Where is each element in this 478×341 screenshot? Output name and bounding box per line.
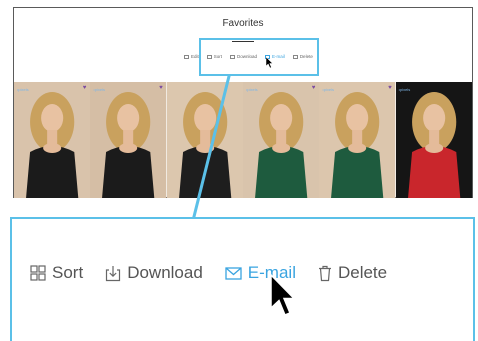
sort-icon (30, 265, 46, 281)
download-label: Download (127, 263, 203, 282)
favorite-heart-icon[interactable]: ♥ (159, 85, 163, 91)
photo-thumbnail[interactable]: •pixels (395, 82, 472, 198)
mini-edit-button[interactable]: Edit (184, 54, 199, 59)
delete-label: Delete (337, 263, 388, 282)
favorites-window: Favorites Edit Sort Download E-mail Dele… (13, 7, 473, 198)
photo-image (242, 82, 320, 198)
zoomed-toolbar: Sort Download E-mail Delete (30, 263, 387, 283)
photo-thumbnail[interactable]: •pixels ♥ (14, 82, 91, 198)
page-title: Favorites (222, 18, 264, 29)
photo-watermark: •pixels (398, 87, 411, 92)
sort-button[interactable]: Sort (30, 263, 83, 283)
sort-label: Sort (52, 263, 84, 282)
photo-thumbnail[interactable]: •pixels ♥ (90, 82, 167, 198)
callout-highlight (199, 38, 319, 76)
photo-image (90, 82, 167, 198)
photo-watermark: •pixels (17, 87, 29, 92)
mouse-pointer-icon (270, 274, 296, 316)
zoomed-toolbar-panel: Sort Download E-mail Delete (10, 217, 475, 341)
favorite-heart-icon[interactable]: ♥ (83, 85, 87, 91)
photo-thumbnail[interactable]: •pixels ♥ (319, 82, 396, 198)
photo-watermark: •pixels (245, 87, 258, 92)
edit-icon (184, 54, 189, 59)
favorite-heart-icon[interactable]: ♥ (388, 85, 392, 91)
photo-thumbnail[interactable]: •pixels ♥ (242, 82, 320, 198)
photo-image (166, 82, 243, 198)
email-icon (225, 266, 242, 280)
download-button[interactable]: Download (105, 263, 203, 283)
photo-watermark: •pixels (93, 87, 105, 92)
photo-image (395, 82, 472, 198)
trash-icon (318, 265, 331, 281)
photo-thumbnail[interactable] (166, 82, 243, 198)
download-icon (106, 265, 121, 281)
delete-button[interactable]: Delete (318, 263, 387, 283)
mini-edit-label: Edit (191, 54, 199, 59)
photo-image (14, 82, 91, 198)
photo-image (319, 82, 396, 198)
photo-grid: •pixels ♥ •pixels ♥ •pixels ♥ •pixels ♥ … (14, 82, 472, 198)
photo-watermark: •pixels (322, 87, 334, 92)
favorite-heart-icon[interactable]: ♥ (312, 85, 316, 91)
